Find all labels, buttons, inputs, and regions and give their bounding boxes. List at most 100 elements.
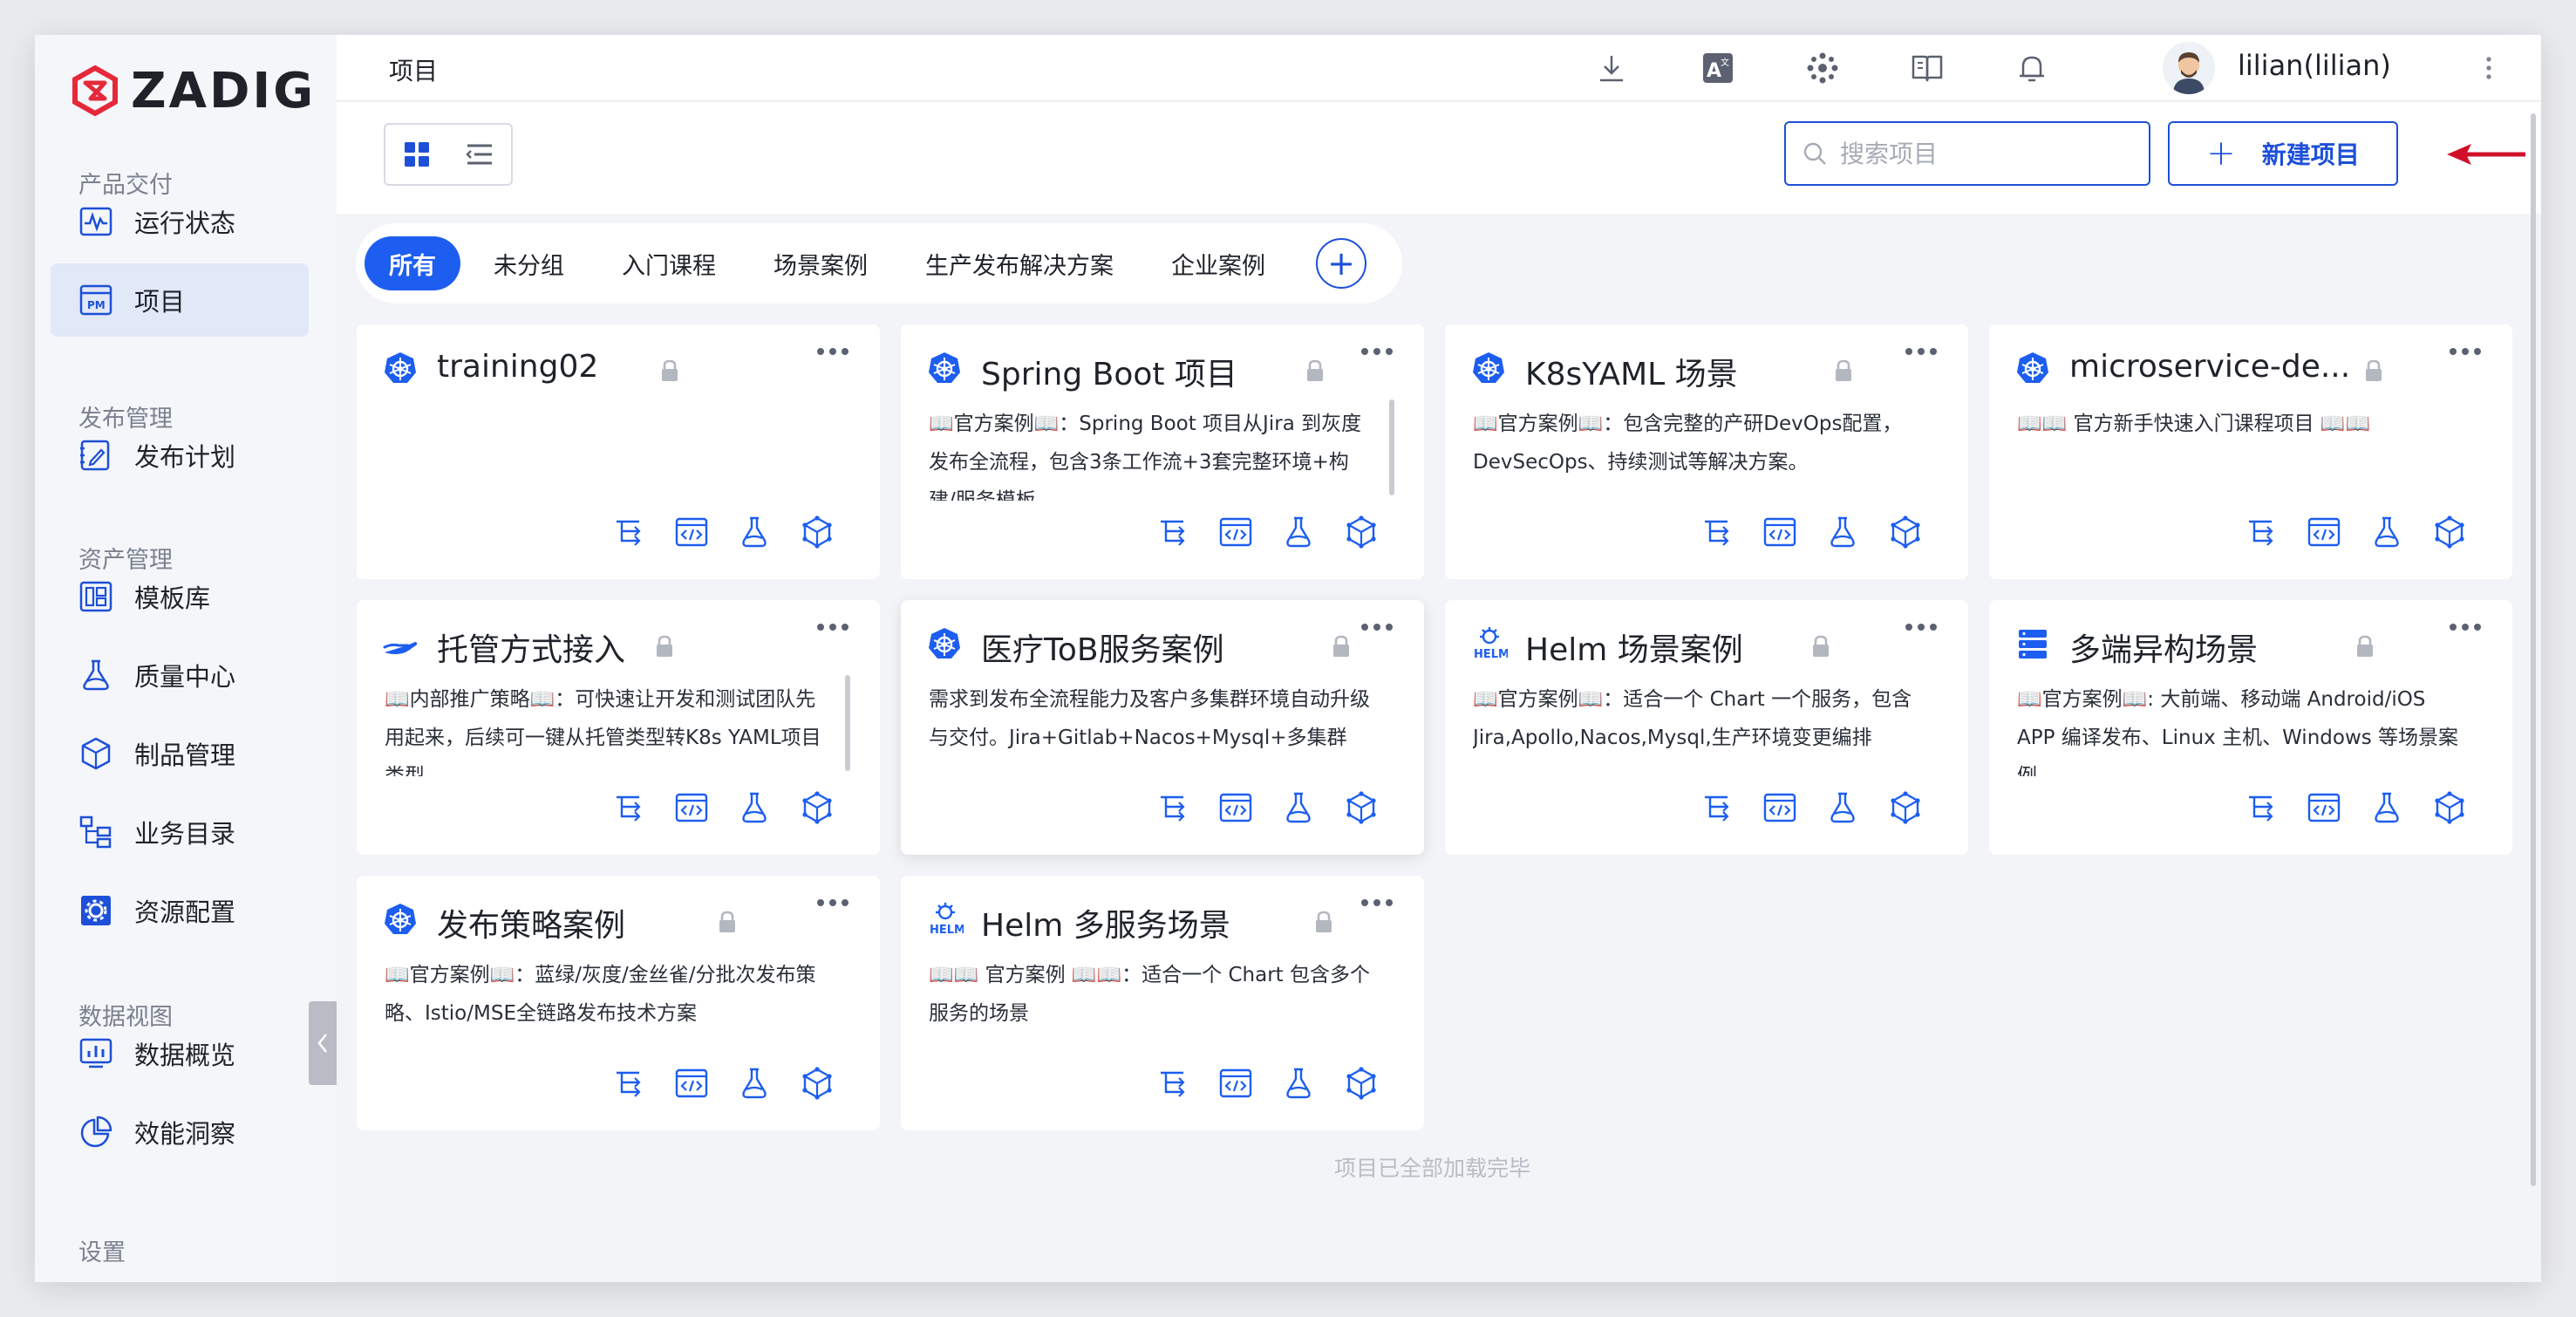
environment-code-icon[interactable] <box>2307 790 2341 825</box>
sidebar-item-template-library[interactable]: 模板库 <box>51 560 309 633</box>
project-card[interactable]: HELM Helm 场景案例 📖官方案例📖：适合一个 Chart 一个服务，包含Ji… <box>1445 600 1968 855</box>
test-flask-icon[interactable] <box>1825 515 1860 549</box>
environment-code-icon[interactable] <box>1218 515 1253 549</box>
download-icon[interactable] <box>1592 49 1631 87</box>
zadig-logo[interactable]: ZADIG <box>70 51 316 131</box>
sidebar-item-data-overview[interactable]: 数据概览 <box>51 1017 309 1090</box>
project-title[interactable]: 发布策略案例 <box>437 900 625 945</box>
add-group-button[interactable]: + <box>1316 238 1366 289</box>
tab-production-release[interactable]: 生产发布解决方案 <box>901 236 1138 290</box>
workflow-icon[interactable] <box>611 515 646 549</box>
service-cube-icon[interactable] <box>1344 790 1379 825</box>
page-scrollbar[interactable] <box>2531 113 2536 1186</box>
more-vertical-icon[interactable] <box>2482 51 2496 89</box>
project-card[interactable]: 托管方式接入 📖内部推广策略📖：可快速让开发和测试团队先用起来，后续可一键从托管类… <box>357 600 880 855</box>
user-name[interactable]: lilian(lilian) <box>2238 49 2391 82</box>
sidebar-item-projects[interactable]: PM 项目 <box>51 263 309 337</box>
test-flask-icon[interactable] <box>737 1066 772 1101</box>
tab-all[interactable]: 所有 <box>365 236 460 290</box>
service-cube-icon[interactable] <box>800 1066 835 1101</box>
tab-ungrouped[interactable]: 未分组 <box>469 236 589 290</box>
workflow-icon[interactable] <box>1155 1066 1190 1101</box>
project-title[interactable]: training02 <box>437 349 598 385</box>
tab-enterprise-cases[interactable]: 企业案例 <box>1147 236 1290 290</box>
more-horizontal-icon[interactable] <box>2448 344 2483 355</box>
search-input[interactable] <box>1840 139 2136 168</box>
service-cube-icon[interactable] <box>800 515 835 549</box>
sidebar-item-resource-config[interactable]: 资源配置 <box>51 874 309 947</box>
sidebar-item-run-status[interactable]: 运行状态 <box>51 185 309 258</box>
search-box[interactable] <box>1784 121 2150 186</box>
environment-code-icon[interactable] <box>1218 790 1253 825</box>
service-cube-icon[interactable] <box>2432 790 2467 825</box>
workflow-icon[interactable] <box>611 790 646 825</box>
test-flask-icon[interactable] <box>1281 515 1316 549</box>
more-horizontal-icon[interactable] <box>1360 344 1394 355</box>
project-card[interactable]: HELM Helm 多服务场景 📖📖 官方案例 📖📖：适合一个 Chart 包含多个… <box>901 876 1424 1130</box>
service-cube-icon[interactable] <box>1344 515 1379 549</box>
project-card[interactable]: training02 <box>357 324 880 579</box>
environment-code-icon[interactable] <box>1762 515 1797 549</box>
project-title[interactable]: K8sYAML 场景 <box>1525 349 1738 394</box>
project-title[interactable]: microservice-de... <box>2069 349 2350 385</box>
project-card[interactable]: 多端异构场景 📖官方案例📖: 大前端、移动端 Android/iOS APP 编译… <box>1989 600 2512 855</box>
service-cube-icon[interactable] <box>2432 515 2467 549</box>
docs-icon[interactable] <box>1908 49 1946 87</box>
service-cube-icon[interactable] <box>1888 515 1923 549</box>
sidebar-item-efficiency-insight[interactable]: 效能洞察 <box>51 1095 309 1169</box>
project-title[interactable]: 托管方式接入 <box>437 624 625 670</box>
bell-icon[interactable] <box>2013 49 2051 87</box>
workflow-icon[interactable] <box>1155 790 1190 825</box>
sidebar-item-artifact-management[interactable]: 制品管理 <box>51 717 309 790</box>
workflow-icon[interactable] <box>1155 515 1190 549</box>
plugin-icon[interactable] <box>1803 49 1842 87</box>
project-title[interactable]: Helm 多服务场景 <box>981 900 1230 945</box>
more-horizontal-icon[interactable] <box>815 619 850 631</box>
sidebar-item-release-plan[interactable]: 发布计划 <box>51 419 309 492</box>
more-horizontal-icon[interactable] <box>1904 619 1939 631</box>
test-flask-icon[interactable] <box>737 790 772 825</box>
workflow-icon[interactable] <box>611 1066 646 1101</box>
translate-icon[interactable]: A文 <box>1699 49 1737 87</box>
sidebar-item-quality-center[interactable]: 质量中心 <box>51 638 309 712</box>
project-title[interactable]: Spring Boot 项目 <box>981 349 1237 394</box>
nav-section-settings[interactable]: 设置 <box>78 1233 126 1267</box>
environment-code-icon[interactable] <box>2307 515 2341 549</box>
avatar[interactable] <box>2163 42 2215 94</box>
test-flask-icon[interactable] <box>1281 790 1316 825</box>
test-flask-icon[interactable] <box>2369 790 2404 825</box>
test-flask-icon[interactable] <box>2369 515 2404 549</box>
environment-code-icon[interactable] <box>674 515 709 549</box>
more-horizontal-icon[interactable] <box>815 895 850 906</box>
environment-code-icon[interactable] <box>1218 1066 1253 1101</box>
grid-view-icon[interactable] <box>385 125 448 184</box>
workflow-icon[interactable] <box>1700 790 1734 825</box>
project-card[interactable]: 发布策略案例 📖官方案例📖：蓝绿/灰度/金丝雀/分批次发布策略、Istio/MSE… <box>357 876 880 1130</box>
service-cube-icon[interactable] <box>1344 1066 1379 1101</box>
more-horizontal-icon[interactable] <box>1904 344 1939 355</box>
sidebar-collapse-handle[interactable] <box>309 1001 337 1085</box>
environment-code-icon[interactable] <box>674 790 709 825</box>
environment-code-icon[interactable] <box>1762 790 1797 825</box>
more-horizontal-icon[interactable] <box>815 344 850 355</box>
workflow-icon[interactable] <box>2244 515 2279 549</box>
project-card[interactable]: 医疗ToB服务案例 需求到发布全流程能力及客户多集群环境自动升级与交付。Jira+… <box>901 600 1424 855</box>
description-scrollbar[interactable] <box>1389 399 1394 495</box>
project-card[interactable]: Spring Boot 项目 📖官方案例📖：Spring Boot 项目从Jira… <box>901 324 1424 579</box>
service-cube-icon[interactable] <box>1888 790 1923 825</box>
sidebar-item-business-catalog[interactable]: 业务目录 <box>51 795 309 869</box>
more-horizontal-icon[interactable] <box>1360 619 1394 631</box>
project-title[interactable]: 多端异构场景 <box>2069 624 2258 670</box>
service-cube-icon[interactable] <box>800 790 835 825</box>
more-horizontal-icon[interactable] <box>2448 619 2483 631</box>
project-title[interactable]: 医疗ToB服务案例 <box>981 624 1224 670</box>
tab-intro-courses[interactable]: 入门课程 <box>597 236 740 290</box>
more-horizontal-icon[interactable] <box>1360 895 1394 906</box>
workflow-icon[interactable] <box>1700 515 1734 549</box>
project-card[interactable]: K8sYAML 场景 📖官方案例📖：包含完整的产研DevOps配置，DevSecO… <box>1445 324 1968 579</box>
test-flask-icon[interactable] <box>1825 790 1860 825</box>
new-project-button[interactable]: + 新建项目 <box>2168 121 2398 186</box>
workflow-icon[interactable] <box>2244 790 2279 825</box>
description-scrollbar[interactable] <box>845 675 850 771</box>
test-flask-icon[interactable] <box>737 515 772 549</box>
